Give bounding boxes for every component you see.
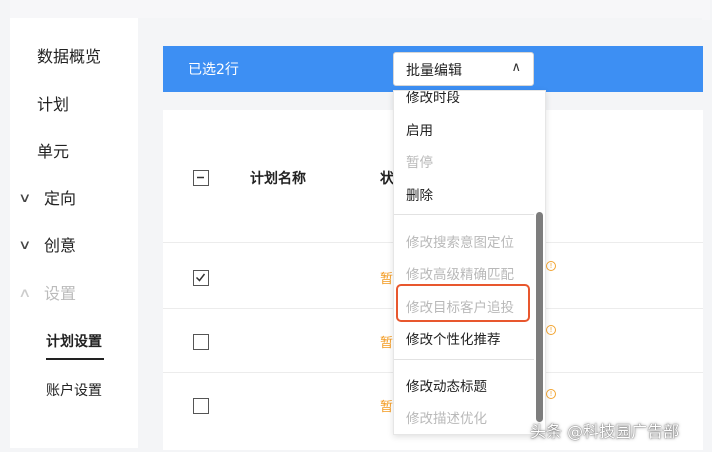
menu-item-delete[interactable]: 删除 — [406, 184, 433, 204]
sidebar-item-label: 创意 — [44, 236, 77, 255]
sidebar-item-label: 定向 — [44, 189, 77, 208]
status-badge: 暂 — [380, 272, 394, 287]
sidebar-item-overview[interactable]: 数据概览 — [10, 42, 138, 72]
sidebar-item-label: 设置 — [44, 284, 77, 303]
menu-divider — [394, 359, 534, 360]
column-header-plan-name: 计划名称 — [250, 171, 306, 187]
app-window: 数据概览 计划 单元 ∨ 定向 ∨ 创意 ∧ 设置 计划设置 账户设置 已选2行… — [0, 0, 712, 452]
sidebar-item-label: 计划 — [37, 95, 70, 114]
row-checkbox[interactable] — [193, 334, 209, 350]
sidebar-item-plan[interactable]: 计划 — [10, 90, 138, 120]
bulk-edit-menu: 修改时段 启用 暂停 删除 修改搜索意图定位 修改高级精确匹配 修改目标客户追投… — [393, 90, 546, 435]
watermark: 头条 @科技园广告部 — [530, 422, 680, 441]
sidebar-subitem-label: 计划设置 — [46, 334, 102, 350]
menu-item-advanced-exact-match[interactable]: 修改高级精确匹配 — [406, 263, 514, 283]
sidebar-item-creative[interactable]: ∨ 创意 — [10, 231, 138, 261]
chevron-up-icon: ∧ — [511, 60, 521, 75]
top-strip — [10, 0, 710, 20]
selected-count: 已选2行 — [188, 62, 239, 78]
sidebar-subitem-label: 账户设置 — [46, 383, 102, 399]
check-icon — [195, 273, 206, 282]
highlight-box — [396, 284, 530, 322]
menu-item-dynamic-title[interactable]: 修改动态标题 — [406, 375, 487, 395]
sidebar-subitem-plan-settings[interactable]: 计划设置 — [46, 330, 104, 360]
chevron-down-icon: ∨ — [18, 191, 32, 206]
sidebar-item-label: 数据概览 — [37, 47, 102, 66]
sidebar-subitem-account-settings[interactable]: 账户设置 — [46, 379, 102, 403]
bulk-edit-label: 批量编辑 — [406, 63, 462, 79]
menu-item-edit-time-slot[interactable]: 修改时段 — [406, 91, 460, 106]
row-checkbox[interactable] — [193, 398, 209, 414]
menu-item-pause[interactable]: 暂停 — [406, 151, 433, 171]
menu-item-enable[interactable]: 启用 — [406, 119, 433, 139]
bulk-edit-button[interactable]: 批量编辑 ∧ — [393, 52, 534, 86]
chevron-down-icon: ∨ — [18, 238, 32, 253]
info-icon[interactable]: ! — [546, 325, 556, 335]
info-icon[interactable]: ! — [546, 261, 556, 271]
info-icon[interactable]: ! — [546, 389, 556, 399]
status-badge: 暂 — [380, 336, 394, 351]
chevron-up-icon: ∧ — [18, 286, 32, 301]
sidebar-item-label: 单元 — [37, 142, 70, 161]
minus-icon — [197, 176, 204, 179]
menu-item-personalized-recommendation[interactable]: 修改个性化推荐 — [406, 328, 501, 348]
column-header-status: 状 — [380, 171, 394, 187]
select-all-checkbox[interactable] — [193, 170, 209, 186]
sidebar-item-targeting[interactable]: ∨ 定向 — [10, 184, 138, 214]
menu-item-search-intent[interactable]: 修改搜索意图定位 — [406, 231, 514, 251]
sidebar-item-unit[interactable]: 单元 — [10, 137, 138, 167]
row-checkbox[interactable] — [193, 270, 209, 286]
menu-item-description-optimization[interactable]: 修改描述优化 — [406, 407, 487, 427]
sidebar-item-settings[interactable]: ∧ 设置 — [10, 279, 138, 309]
menu-scrollbar[interactable] — [536, 212, 543, 422]
status-badge: 暂 — [380, 400, 394, 415]
menu-divider — [394, 214, 534, 215]
